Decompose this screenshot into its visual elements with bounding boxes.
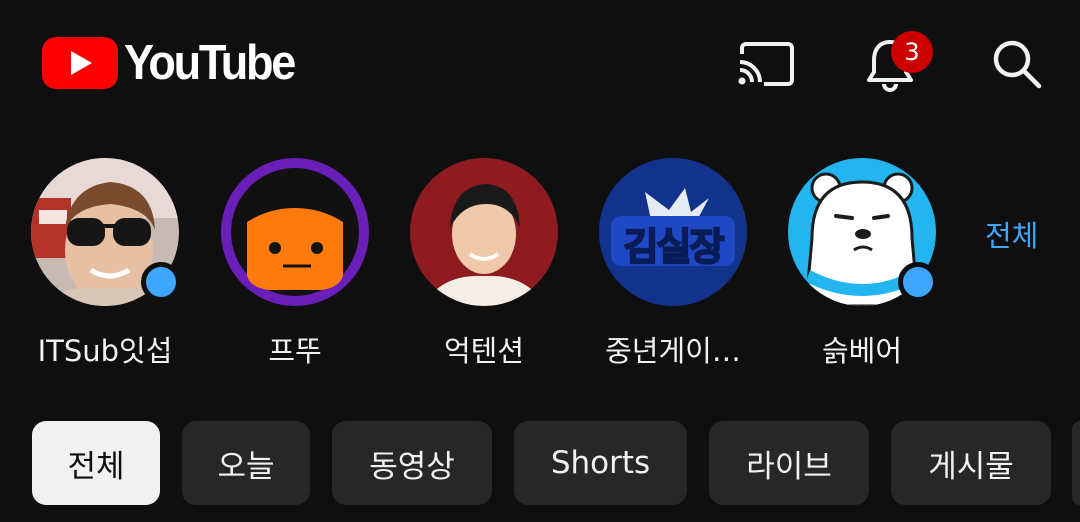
top-app-bar: YouTube 3	[0, 0, 1080, 130]
filter-chips: 전체 오늘 동영상 Shorts 라이브 게시물	[0, 421, 1080, 505]
youtube-logo[interactable]: YouTube	[42, 37, 309, 89]
chip-shorts[interactable]: Shorts	[514, 421, 687, 505]
subscription-channel[interactable]: 억텐션	[394, 150, 574, 380]
channel-name: 프뚜	[268, 334, 322, 368]
channel-name: 슭베어	[821, 334, 903, 368]
subscription-channel[interactable]: 김실장 중년게이…	[583, 150, 763, 380]
all-subscriptions-link[interactable]: 전체	[985, 213, 1038, 255]
search-button[interactable]	[985, 32, 1049, 96]
chip-overflow-edge	[1072, 421, 1080, 505]
channel-name: ITSub잇섭	[37, 334, 173, 368]
search-icon	[993, 40, 1042, 89]
channel-name: 억텐션	[443, 334, 525, 368]
youtube-app: YouTube 3 ITSub잇섭 프뚜 억텐션 김실장 중년게이… 슭베어 전…	[0, 0, 1080, 522]
channel-avatar	[221, 158, 369, 306]
channel-name: 중년게이…	[605, 334, 741, 368]
subscriptions-row: ITSub잇섭 프뚜 억텐션 김실장 중년게이… 슭베어 전체	[0, 150, 1080, 380]
new-content-dot	[898, 262, 938, 302]
channel-logo-text: 김실장	[623, 224, 726, 270]
subscription-channel[interactable]: 슭베어	[772, 150, 952, 380]
subscription-channel[interactable]: 프뚜	[205, 150, 385, 380]
channel-avatar: 김실장	[599, 158, 747, 306]
chip-today[interactable]: 오늘	[182, 421, 310, 505]
chip-posts[interactable]: 게시물	[891, 421, 1051, 505]
notification-badge: 3	[891, 31, 933, 73]
channel-avatar	[410, 158, 558, 306]
chip-live[interactable]: 라이브	[709, 421, 869, 505]
chip-videos[interactable]: 동영상	[332, 421, 492, 505]
chip-all[interactable]: 전체	[32, 421, 160, 505]
new-content-dot	[141, 262, 181, 302]
logo-wordmark: YouTube	[124, 36, 296, 90]
youtube-play-icon	[42, 37, 118, 89]
subscription-channel[interactable]: ITSub잇섭	[15, 150, 195, 380]
cast-button[interactable]	[733, 32, 797, 96]
cast-icon	[738, 42, 794, 86]
